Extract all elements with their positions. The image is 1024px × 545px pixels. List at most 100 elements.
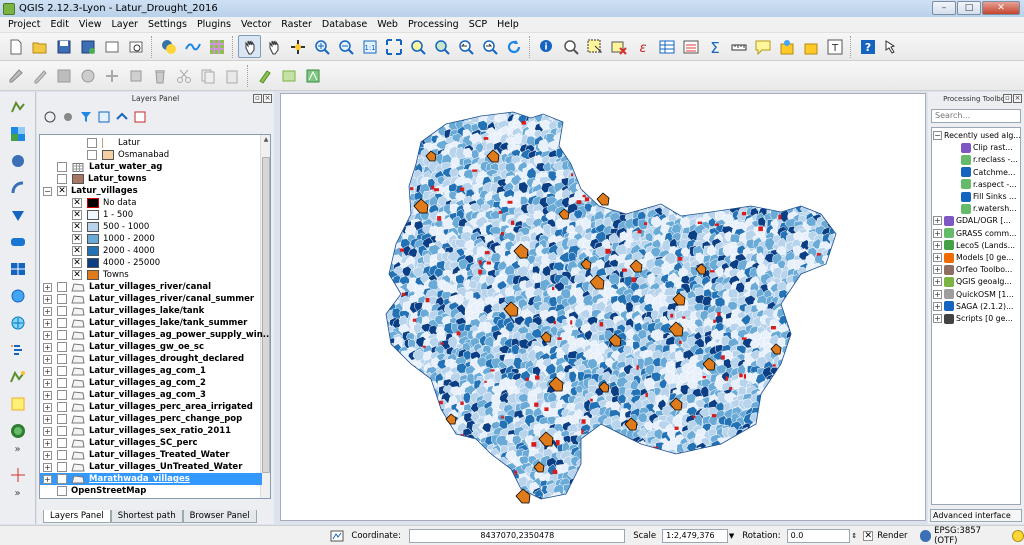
expand-toggle-icon[interactable]: + bbox=[43, 342, 52, 352]
layer-styling-button[interactable] bbox=[43, 110, 57, 124]
layer-visibility-checkbox[interactable] bbox=[57, 414, 67, 424]
processing-item[interactable]: r.watersh... bbox=[961, 203, 1017, 214]
layer-row[interactable]: + Latur_villages_lake/tank_summer bbox=[40, 317, 262, 329]
add-virtual-layer-button[interactable] bbox=[3, 419, 33, 443]
add-raster-layer-button[interactable] bbox=[3, 122, 33, 146]
layer-visibility-checkbox[interactable] bbox=[57, 426, 67, 436]
crosshair-icon[interactable] bbox=[3, 463, 33, 487]
add-oracle-layer-button[interactable] bbox=[3, 230, 33, 254]
layer-visibility-checkbox[interactable] bbox=[57, 318, 67, 328]
expand-toggle-icon[interactable]: − bbox=[933, 131, 942, 140]
processing-item[interactable]: Catchme... bbox=[961, 167, 1015, 178]
expand-toggle-icon[interactable]: + bbox=[43, 366, 52, 376]
spinbox-arrows-icon[interactable]: ⇕ bbox=[851, 532, 857, 540]
save-project-button[interactable] bbox=[52, 35, 75, 58]
expand-toggle-icon[interactable]: − bbox=[43, 186, 52, 196]
rotation-spinbox[interactable]: 0.0 bbox=[786, 528, 851, 543]
processing-item[interactable]: Clip rast... bbox=[961, 142, 1013, 153]
layer-row[interactable]: + Latur_villages_sex_ratio_2011 bbox=[40, 425, 262, 437]
processing-item[interactable]: r.reclass -... bbox=[961, 154, 1018, 165]
layer-visibility-checkbox[interactable]: ✕ bbox=[72, 246, 82, 256]
select-by-value-button[interactable] bbox=[559, 35, 582, 58]
messages-icon[interactable] bbox=[1012, 529, 1024, 542]
tab-browser-panel[interactable]: Browser Panel bbox=[182, 510, 257, 523]
menu-web[interactable]: Web bbox=[372, 19, 403, 30]
layer-visibility-checkbox[interactable]: ✕ bbox=[72, 234, 82, 244]
panel-float-button[interactable]: ▫ bbox=[1003, 94, 1012, 103]
new-spatialite-button[interactable] bbox=[3, 392, 33, 416]
current-edits-button[interactable] bbox=[4, 64, 27, 87]
expand-all-button[interactable] bbox=[97, 110, 111, 124]
layer-visibility-checkbox[interactable]: ✕ bbox=[57, 186, 67, 196]
menu-layer[interactable]: Layer bbox=[106, 19, 143, 30]
layer-visibility-checkbox[interactable]: ✕ bbox=[57, 474, 67, 484]
layer-visibility-checkbox[interactable] bbox=[57, 306, 67, 316]
maximize-button[interactable]: □ bbox=[957, 1, 981, 15]
composer-manager-button[interactable] bbox=[124, 35, 147, 58]
open-project-button[interactable] bbox=[28, 35, 51, 58]
layer-visibility-checkbox[interactable] bbox=[57, 294, 67, 304]
graphical-modeler-button[interactable] bbox=[181, 35, 204, 58]
layer-row[interactable]: + Latur_villages_SC_perc bbox=[40, 437, 262, 449]
text-annotation-button[interactable]: T bbox=[823, 35, 846, 58]
toggle-extents-icon[interactable] bbox=[330, 529, 345, 543]
add-postgis-layer-button[interactable] bbox=[3, 149, 33, 173]
menu-raster[interactable]: Raster bbox=[276, 19, 317, 30]
processing-item[interactable]: + GRASS comm... bbox=[933, 228, 1017, 239]
attribute-table-button[interactable] bbox=[655, 35, 678, 58]
menu-help[interactable]: Help bbox=[492, 19, 524, 30]
expand-toggle-icon[interactable]: + bbox=[43, 390, 52, 400]
chevron-down-icon[interactable]: ▼ bbox=[729, 532, 734, 540]
expand-toggle-icon[interactable]: + bbox=[933, 301, 942, 311]
layer-row[interactable]: + Latur_villages_UnTreated_Water bbox=[40, 461, 262, 473]
layer-visibility-checkbox[interactable]: ✕ bbox=[72, 198, 82, 208]
layer-visibility-checkbox[interactable] bbox=[57, 402, 67, 412]
town-polygon[interactable] bbox=[596, 192, 610, 206]
layer-row[interactable]: ✕ 4000 - 25000 bbox=[40, 257, 262, 269]
advanced-interface-select[interactable]: Advanced interface bbox=[930, 509, 1022, 522]
menu-project[interactable]: Project bbox=[3, 19, 46, 30]
expand-toggle-icon[interactable]: + bbox=[43, 294, 52, 304]
menu-edit[interactable]: Edit bbox=[46, 19, 74, 30]
scroll-thumb[interactable] bbox=[262, 157, 270, 473]
layer-row[interactable]: ✕ 500 - 1000 bbox=[40, 221, 262, 233]
layer-row[interactable]: ✕ 1000 - 2000 bbox=[40, 233, 262, 245]
crs-label[interactable]: EPSG:3857 (OTF) bbox=[934, 526, 1004, 545]
expand-toggle-icon[interactable]: + bbox=[43, 306, 52, 316]
layer-row[interactable]: + ✕ Marathwada_villages bbox=[40, 473, 262, 485]
add-delimited-text-button[interactable] bbox=[3, 338, 33, 362]
close-button[interactable]: ✕ bbox=[982, 1, 1020, 15]
delete-selected-button[interactable] bbox=[148, 64, 171, 87]
layer-row[interactable]: + Latur_villages_lake/tank bbox=[40, 305, 262, 317]
layer-row[interactable]: ✕ Towns bbox=[40, 269, 262, 281]
tab-shortest-path[interactable]: Shortest path bbox=[110, 510, 183, 523]
processing-item[interactable]: + LecoS (Lands... bbox=[933, 240, 1015, 251]
raster-calculator-button[interactable] bbox=[301, 64, 324, 87]
add-wms-layer-button[interactable] bbox=[3, 257, 33, 281]
layer-visibility-checkbox[interactable] bbox=[87, 138, 97, 148]
processing-item[interactable]: + Models [0 ge... bbox=[933, 252, 1014, 263]
toolbar-more-icon[interactable]: » bbox=[0, 488, 35, 499]
processing-item[interactable]: Fill Sinks ... bbox=[961, 191, 1016, 202]
scroll-up-icon[interactable]: ▲ bbox=[261, 135, 270, 145]
crs-globe-icon[interactable] bbox=[919, 529, 932, 542]
add-group-button[interactable] bbox=[61, 110, 75, 124]
node-tool-button[interactable] bbox=[124, 64, 147, 87]
zoom-to-selection-button[interactable] bbox=[406, 35, 429, 58]
expand-toggle-icon[interactable]: + bbox=[933, 240, 942, 250]
expand-toggle-icon[interactable]: + bbox=[43, 450, 52, 460]
zoom-last-button[interactable] bbox=[454, 35, 477, 58]
layer-row[interactable]: + Latur_villages_gw_oe_sc bbox=[40, 341, 262, 353]
panel-close-button[interactable]: × bbox=[263, 94, 272, 103]
expand-toggle-icon[interactable]: + bbox=[933, 277, 942, 287]
processing-item[interactable]: + QGIS geoalg... bbox=[933, 276, 1012, 287]
expand-toggle-icon[interactable]: + bbox=[43, 318, 52, 328]
add-wfs-layer-button[interactable] bbox=[3, 311, 33, 335]
select-features-button[interactable] bbox=[583, 35, 606, 58]
save-as-button[interactable] bbox=[76, 35, 99, 58]
tab-layers-panel[interactable]: Layers Panel bbox=[43, 510, 111, 523]
panel-close-button[interactable]: × bbox=[1013, 94, 1022, 103]
scale-combobox[interactable]: 1:2,479,376 bbox=[662, 528, 728, 543]
remove-layer-button[interactable] bbox=[133, 110, 147, 124]
layer-row[interactable]: Latur_water_ag bbox=[40, 161, 262, 173]
